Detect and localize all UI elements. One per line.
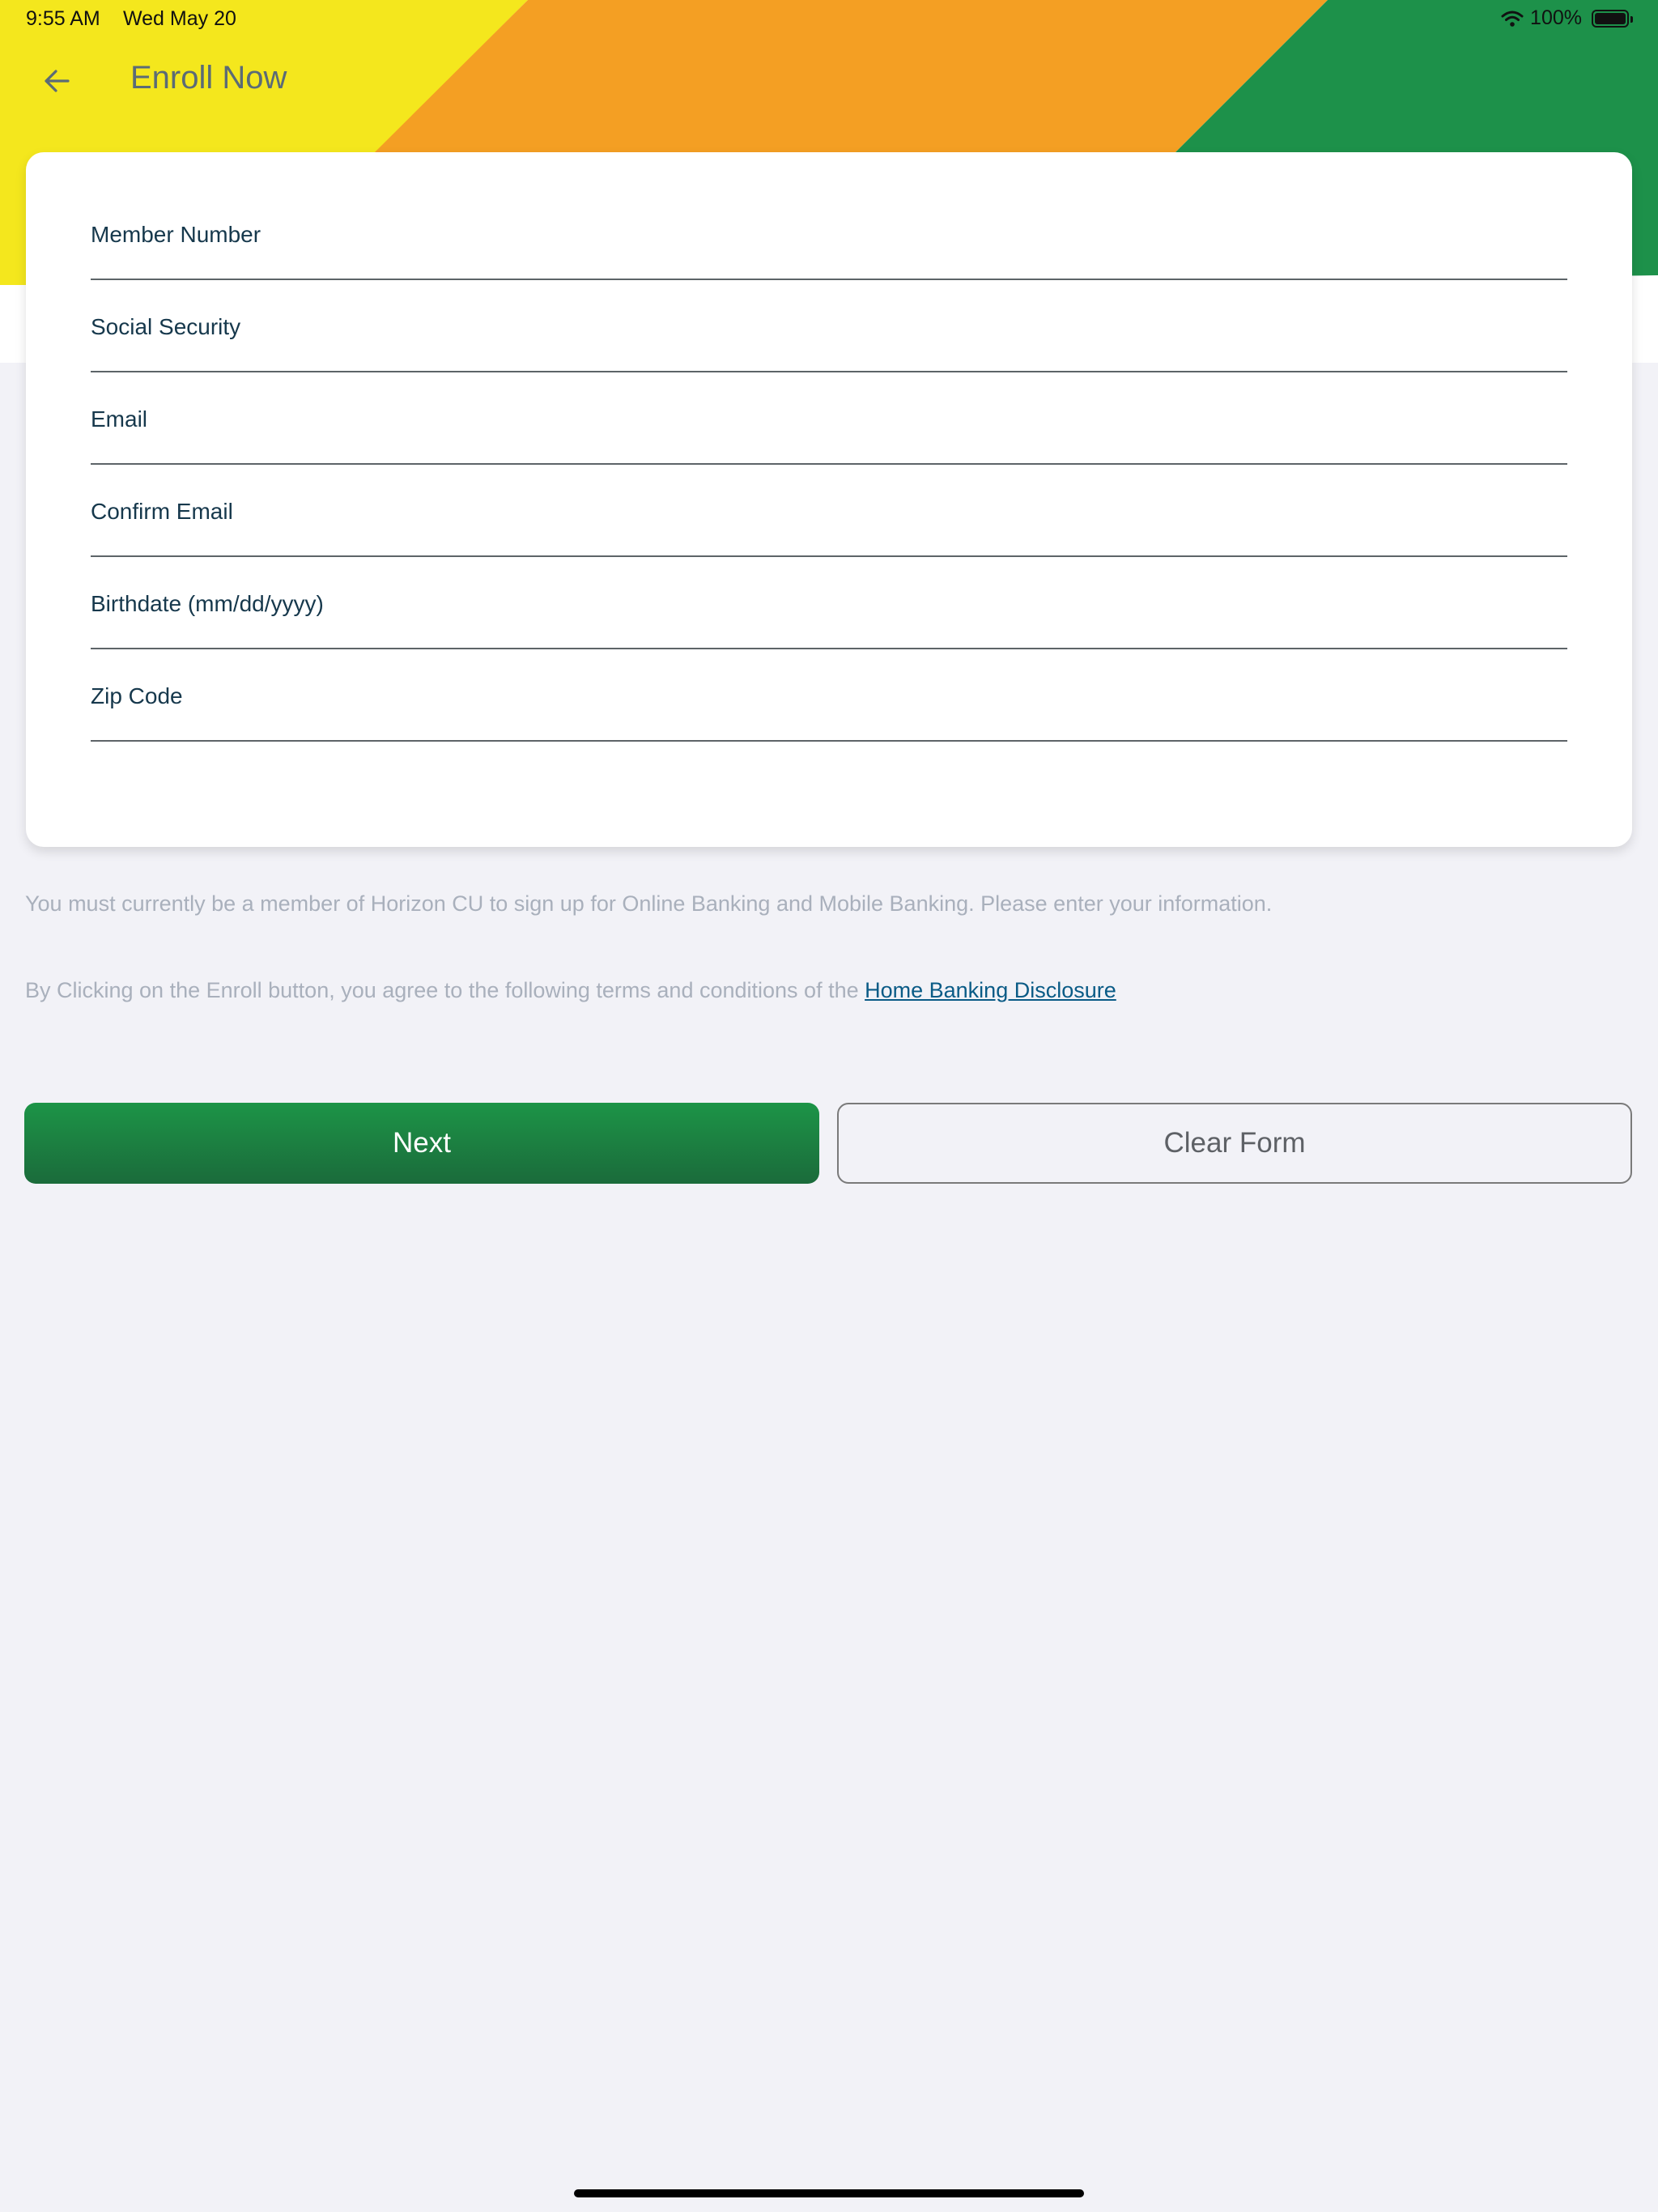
battery-icon <box>1592 9 1633 28</box>
zip-code-label: Zip Code <box>91 683 183 708</box>
social-security-input[interactable] <box>91 345 1571 368</box>
birthdate-field[interactable]: Birthdate (mm/dd/yyyy) <box>91 591 1571 649</box>
home-indicator <box>574 2189 1084 2197</box>
email-field[interactable]: Email <box>91 406 1571 465</box>
confirm-email-input[interactable] <box>91 530 1571 552</box>
member-number-input[interactable] <box>91 253 1571 275</box>
birthdate-input[interactable] <box>91 622 1571 644</box>
terms-prefix: By Clicking on the Enroll button, you ag… <box>25 978 865 1002</box>
status-right: 100% <box>1501 6 1633 30</box>
member-number-field[interactable]: Member Number <box>91 222 1571 280</box>
wifi-icon <box>1501 11 1524 27</box>
confirm-email-label: Confirm Email <box>91 499 233 524</box>
member-number-label: Member Number <box>91 222 261 247</box>
social-security-label: Social Security <box>91 314 241 339</box>
battery-percentage: 100% <box>1530 6 1582 29</box>
social-security-field[interactable]: Social Security <box>91 314 1571 372</box>
birthdate-label: Birthdate (mm/dd/yyyy) <box>91 591 324 616</box>
confirm-email-field[interactable]: Confirm Email <box>91 499 1571 557</box>
email-input[interactable] <box>91 437 1571 460</box>
zip-code-input[interactable] <box>91 714 1571 737</box>
clear-form-button[interactable]: Clear Form <box>837 1103 1632 1184</box>
email-label: Email <box>91 406 148 432</box>
status-date: Wed May 20 <box>123 7 236 30</box>
arrow-left-icon <box>45 70 70 92</box>
status-time: 9:55 AM <box>26 7 100 30</box>
terms-text: By Clicking on the Enroll button, you ag… <box>25 978 1116 1003</box>
status-bar: 9:55 AM Wed May 20 100% <box>0 0 1658 39</box>
page-title: Enroll Now <box>130 60 287 96</box>
enrollment-form-card: Member Number Social Security Email Conf… <box>26 152 1632 847</box>
home-banking-disclosure-link[interactable]: Home Banking Disclosure <box>865 978 1116 1002</box>
zip-code-field[interactable]: Zip Code <box>91 683 1571 742</box>
back-button[interactable] <box>34 58 79 104</box>
membership-note: You must currently be a member of Horizo… <box>25 891 1273 916</box>
next-button[interactable]: Next <box>24 1103 819 1184</box>
